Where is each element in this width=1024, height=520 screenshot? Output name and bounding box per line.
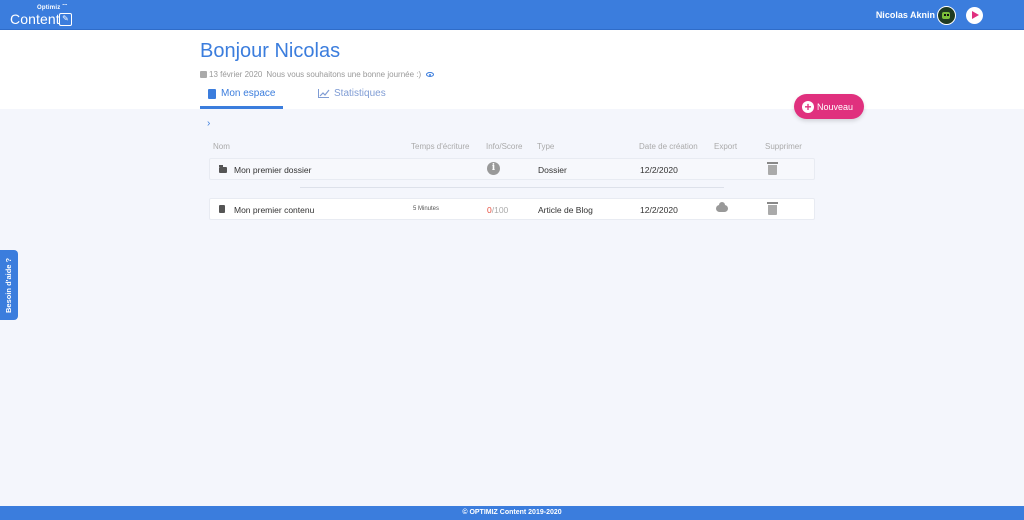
calendar-icon [200,71,207,78]
trash-icon[interactable] [767,202,778,215]
user-name[interactable]: Nicolas Aknin [876,10,935,20]
divider [300,187,724,188]
cloud-download-icon[interactable] [716,202,728,212]
row-name[interactable]: Mon premier dossier [234,165,311,175]
row-created: 12/2/2020 [640,205,678,215]
column-header-created[interactable]: Date de création [639,142,698,151]
column-header-writing-time[interactable]: Temps d'écriture [411,142,469,151]
trash-lid [767,202,778,204]
column-header-export: Export [714,142,738,151]
logo-main-text: Content [10,11,60,27]
chart-icon [318,89,330,98]
new-button[interactable]: + Nouveau [794,94,864,119]
tab-label: Mon espace [221,88,276,99]
plus-icon: + [802,100,814,113]
eye-icon[interactable] [426,72,435,77]
row-created: 12/2/2020 [640,165,678,175]
trash-body [768,165,777,175]
info-icon[interactable]: i [487,162,500,175]
page-header: Bonjour Nicolas 13 février 2020 Nous vou… [0,30,1024,109]
page-title: Bonjour Nicolas [200,40,341,62]
score-max: /100 [491,205,509,215]
tab-mon-espace[interactable]: Mon espace [208,88,275,99]
greeting-subline: 13 février 2020 Nous vous souhaitons une… [200,70,435,79]
avatar[interactable] [937,6,956,25]
active-tab-indicator [200,106,283,109]
avatar-eye [947,14,949,16]
folder-icon [219,165,227,173]
row-writing-time: 5 Minutes [413,206,440,212]
row-score: 0/100 [487,205,508,215]
column-header-name[interactable]: Nom [213,142,230,151]
document-icon [208,88,216,99]
row-type: Article de Blog [538,205,593,215]
current-date: 13 février 2020 [209,70,263,79]
column-header-type[interactable]: Type [537,142,554,151]
trash-lid [767,162,778,164]
footer: © OPTIMIZ Content 2019-2020 [0,506,1024,520]
table-row[interactable]: Mon premier dossier i Dossier 12/2/2020 [209,158,815,180]
wifi-icon: ⌔ [61,2,69,11]
trash-body [768,205,777,215]
avatar-eye [944,14,946,16]
column-header-delete: Supprimer [765,142,802,151]
greeting-message: Nous vous souhaitons une bonne journée :… [266,70,422,79]
row-type: Dossier [538,165,567,175]
new-button-label: Nouveau [817,101,854,112]
row-name[interactable]: Mon premier contenu [234,205,314,215]
top-bar: Optimiz ⌔ Content ✎ Nicolas Aknin [0,0,1024,30]
play-icon[interactable] [966,7,983,24]
help-tab[interactable]: Besoin d'aide ? [0,250,18,320]
trash-icon[interactable] [767,162,778,175]
file-icon [219,205,225,213]
tab-label: Statistiques [334,88,386,99]
table-row[interactable]: Mon premier contenu 5 Minutes 0/100 Arti… [209,198,815,220]
tab-statistiques[interactable]: Statistiques [318,88,386,99]
column-header-info-score[interactable]: Info/Score [486,142,522,151]
pencil-icon: ✎ [59,13,72,26]
help-tab-label: Besoin d'aide ? [4,257,13,313]
chevron-right-icon[interactable]: › [207,118,210,129]
app-logo[interactable]: Optimiz ⌔ Content ✎ [10,2,80,29]
